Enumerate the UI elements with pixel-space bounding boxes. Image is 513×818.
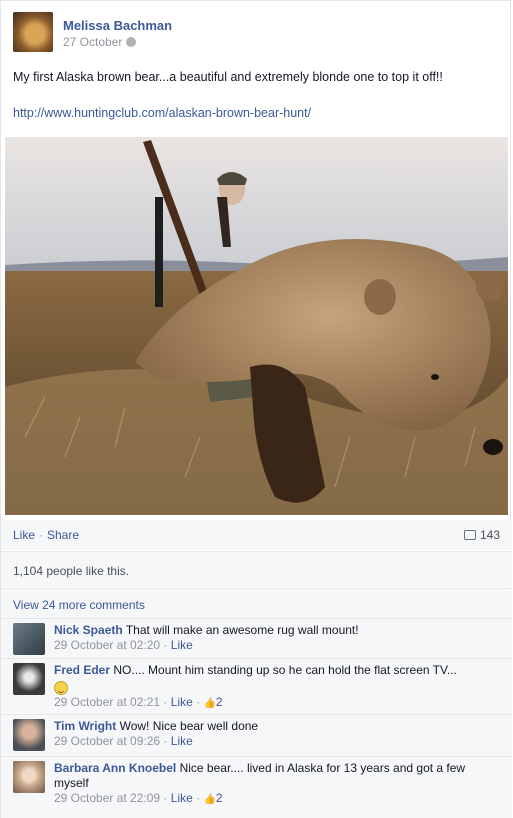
post-card: Melissa Bachman 27 October My first Alas… — [0, 0, 512, 818]
post-link[interactable]: http://www.huntingclub.com/alaskan-brown… — [13, 106, 311, 120]
comment-count[interactable]: 143 — [463, 528, 500, 542]
post-text: My first Alaska brown bear...a beautiful… — [13, 70, 443, 84]
comment-text: Wow! Nice bear well done — [119, 719, 259, 733]
comment-item: Tim Wright Wow! Nice bear well done 29 O… — [1, 714, 512, 756]
separator: · — [163, 791, 168, 805]
likes-summary: 1,104 people like this. — [1, 551, 512, 587]
post-photo[interactable] — [5, 137, 508, 515]
separator: · — [39, 528, 43, 542]
commenter-avatar[interactable] — [13, 663, 45, 695]
share-link[interactable]: Share — [47, 528, 79, 542]
comment-text: That will make an awesome rug wall mount… — [125, 623, 359, 637]
comment-meta: 29 October at 02:20 · Like — [54, 638, 494, 653]
comment-time[interactable]: 29 October at 02:20 — [54, 638, 160, 652]
thumbs-up-icon: 👍 — [203, 698, 216, 709]
comment-icon — [463, 530, 476, 540]
post-date: 27 October — [63, 35, 137, 49]
comment-meta: 29 October at 22:09 · Like · 👍2 — [54, 791, 494, 807]
comment-like-link[interactable]: Like — [171, 734, 193, 748]
comment-meta: 29 October at 09:26 · Like — [54, 734, 494, 749]
comment-body: Tim Wright Wow! Nice bear well done 29 O… — [54, 719, 494, 749]
author-avatar[interactable] — [13, 12, 53, 52]
post-date-text[interactable]: 27 October — [63, 35, 122, 49]
separator: · — [163, 695, 168, 709]
comment-text: NO.... Mount him standing up so he can h… — [113, 663, 457, 677]
comment-time[interactable]: 29 October at 02:21 — [54, 695, 160, 709]
like-link[interactable]: Like — [13, 528, 35, 542]
bear-hunt-photo — [5, 137, 508, 515]
author-name[interactable]: Melissa Bachman — [63, 18, 172, 33]
commenter-name[interactable]: Fred Eder — [54, 663, 110, 677]
post-actions: Like · Share 143 — [1, 520, 512, 550]
likes-text[interactable]: 1,104 people like this. — [13, 564, 129, 578]
commenter-name[interactable]: Nick Spaeth — [54, 623, 123, 637]
thumbs-up-icon: 👍 — [203, 794, 216, 805]
commenter-name[interactable]: Tim Wright — [54, 719, 116, 733]
globe-icon — [126, 37, 137, 47]
commenter-avatar[interactable] — [13, 719, 45, 751]
separator: · — [163, 638, 168, 652]
commenter-name[interactable]: Barbara Ann Knoebel — [54, 761, 176, 775]
separator: · — [196, 695, 201, 709]
separator: · — [163, 734, 168, 748]
comment-like-link[interactable]: Like — [171, 638, 193, 652]
comment-item: Nick Spaeth That will make an awesome ru… — [1, 618, 512, 658]
comment-time[interactable]: 29 October at 09:26 — [54, 734, 160, 748]
comment-item: Barbara Ann Knoebel Nice bear.... lived … — [1, 756, 512, 818]
comment-count-value: 143 — [479, 528, 500, 542]
comment-like-count[interactable]: 2 — [216, 695, 223, 709]
commenter-avatar[interactable] — [13, 623, 45, 655]
comment-body: Fred Eder NO.... Mount him standing up s… — [54, 663, 494, 711]
comment-like-link[interactable]: Like — [171, 791, 193, 805]
commenter-avatar[interactable] — [13, 761, 45, 793]
comment-like-count[interactable]: 2 — [216, 791, 223, 805]
comment-item: Fred Eder NO.... Mount him standing up s… — [1, 658, 512, 714]
separator: · — [196, 791, 201, 805]
view-more-label[interactable]: View 24 more comments — [13, 598, 145, 612]
comment-time[interactable]: 29 October at 22:09 — [54, 791, 160, 805]
comment-meta: 29 October at 02:21 · Like · 👍2 — [54, 695, 494, 711]
comment-body: Nick Spaeth That will make an awesome ru… — [54, 623, 494, 653]
comment-like-link[interactable]: Like — [171, 695, 193, 709]
view-more-comments[interactable]: View 24 more comments — [1, 588, 512, 618]
smiley-icon — [54, 680, 68, 695]
comment-body: Barbara Ann Knoebel Nice bear.... lived … — [54, 761, 494, 807]
